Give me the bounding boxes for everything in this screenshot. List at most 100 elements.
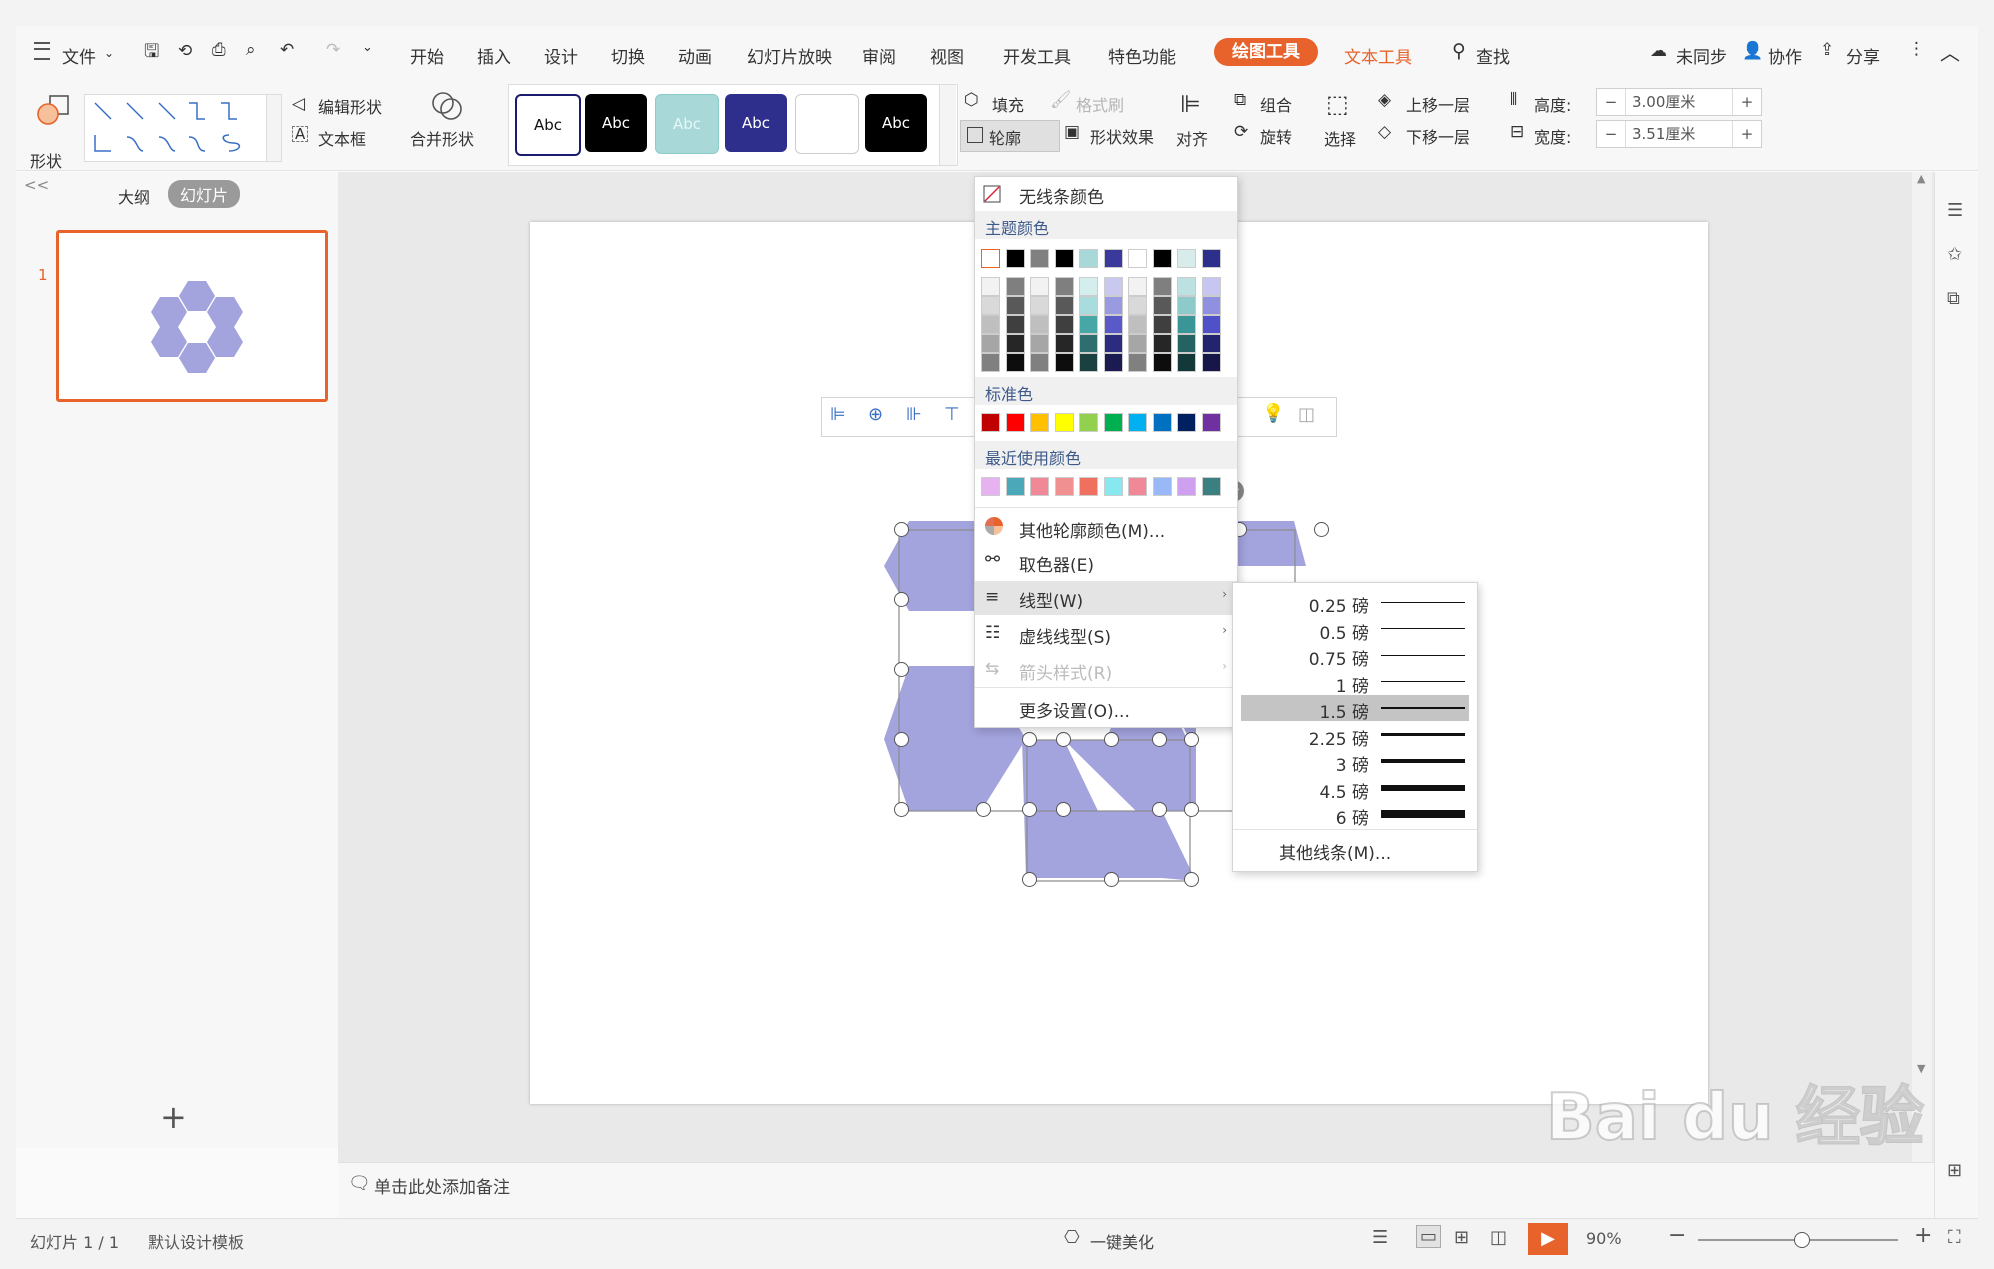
color-swatch[interactable] xyxy=(1103,334,1123,353)
play-icon[interactable]: ▶ xyxy=(1528,1223,1568,1255)
color-swatch[interactable] xyxy=(1005,315,1025,334)
resize-handle[interactable] xyxy=(1022,732,1037,747)
color-swatch[interactable] xyxy=(1201,315,1221,334)
color-swatch[interactable] xyxy=(1005,413,1025,432)
resize-handle[interactable] xyxy=(1184,802,1199,817)
line-weight-option[interactable]: 6 磅 xyxy=(1241,801,1469,829)
color-swatch[interactable] xyxy=(1079,315,1098,334)
color-swatch[interactable] xyxy=(1152,334,1172,353)
color-swatch[interactable] xyxy=(1054,277,1074,296)
color-swatch[interactable] xyxy=(981,277,1000,296)
color-swatch[interactable] xyxy=(1030,249,1049,268)
fit-window-icon[interactable]: ⛶ xyxy=(1948,1227,1961,1248)
color-swatch[interactable] xyxy=(1128,334,1147,353)
color-swatch[interactable] xyxy=(1005,353,1025,372)
color-swatch[interactable] xyxy=(1128,249,1147,268)
color-swatch[interactable] xyxy=(1103,277,1123,296)
color-swatch[interactable] xyxy=(1201,353,1221,372)
color-swatch[interactable] xyxy=(1005,296,1025,315)
color-swatch[interactable] xyxy=(1152,315,1172,334)
color-swatch[interactable] xyxy=(1128,413,1147,432)
beautify-button[interactable]: 一键美化 xyxy=(1090,1229,1154,1253)
color-swatch[interactable] xyxy=(981,315,1000,334)
color-swatch[interactable] xyxy=(1030,413,1049,432)
color-swatch[interactable] xyxy=(1201,334,1221,353)
color-swatch[interactable] xyxy=(1201,296,1221,315)
dash-type-item[interactable]: ☷ 虚线线型(S) › xyxy=(975,617,1237,651)
resize-handle[interactable] xyxy=(1314,522,1329,537)
color-swatch[interactable] xyxy=(1177,249,1196,268)
color-swatch[interactable] xyxy=(1128,296,1147,315)
color-swatch[interactable] xyxy=(1152,353,1172,372)
resize-handle[interactable] xyxy=(1022,872,1037,887)
color-swatch[interactable] xyxy=(1177,315,1196,334)
vertical-scrollbar[interactable]: ▲ ▼ xyxy=(1912,172,1932,1162)
color-swatch[interactable] xyxy=(1128,315,1147,334)
resize-handle[interactable] xyxy=(1184,732,1199,747)
color-swatch[interactable] xyxy=(1030,334,1049,353)
more-settings-item[interactable]: 更多设置(O)... xyxy=(975,691,1237,725)
color-swatch[interactable] xyxy=(1128,477,1147,496)
line-weight-option[interactable]: 1.5 磅 xyxy=(1241,695,1469,723)
zoom-slider[interactable] xyxy=(1698,1232,1898,1248)
arrow-style-item[interactable]: ⇆ 箭头样式(R) › xyxy=(975,653,1237,687)
color-swatch[interactable] xyxy=(1030,277,1049,296)
copy-icon[interactable]: ⧉ xyxy=(1947,288,1960,309)
align-center-icon[interactable]: ⊕ xyxy=(868,404,883,425)
color-swatch[interactable] xyxy=(1054,249,1074,268)
color-swatch[interactable] xyxy=(1152,249,1172,268)
color-swatch[interactable] xyxy=(1005,249,1025,268)
line-weight-option[interactable]: 3 磅 xyxy=(1241,748,1469,776)
color-swatch[interactable] xyxy=(1079,334,1098,353)
color-swatch[interactable] xyxy=(1079,296,1098,315)
reading-view-icon[interactable]: ◫ xyxy=(1490,1227,1507,1248)
color-swatch[interactable] xyxy=(1128,353,1147,372)
color-swatch[interactable] xyxy=(1201,249,1221,268)
more-outline-colors[interactable]: 其他轮廓颜色(M)... xyxy=(975,511,1237,545)
color-swatch[interactable] xyxy=(981,477,1000,496)
layout-icon[interactable]: ◫ xyxy=(1298,404,1315,425)
properties-icon[interactable]: ☰ xyxy=(1947,200,1963,221)
color-swatch[interactable] xyxy=(1079,353,1098,372)
color-swatch[interactable] xyxy=(1079,477,1098,496)
color-swatch[interactable] xyxy=(981,249,1000,268)
color-swatch[interactable] xyxy=(981,413,1000,432)
resize-handle[interactable] xyxy=(1104,872,1119,887)
color-swatch[interactable] xyxy=(1177,296,1196,315)
resize-handle[interactable] xyxy=(1184,872,1199,887)
color-swatch[interactable] xyxy=(1103,477,1123,496)
color-swatch[interactable] xyxy=(1128,277,1147,296)
more-lines-item[interactable]: 其他线条(M)... xyxy=(1279,839,1391,864)
color-swatch[interactable] xyxy=(1103,353,1123,372)
zoom-level[interactable]: 90% xyxy=(1586,1229,1622,1248)
color-swatch[interactable] xyxy=(1079,249,1098,268)
notes-view-icon[interactable]: ☰ xyxy=(1372,1227,1388,1248)
resize-handle[interactable] xyxy=(1056,802,1071,817)
align-top-icon[interactable]: ⊤ xyxy=(944,404,960,425)
color-swatch[interactable] xyxy=(1177,477,1196,496)
line-weight-option[interactable]: 0.5 磅 xyxy=(1241,616,1469,644)
color-swatch[interactable] xyxy=(1152,296,1172,315)
notes-placeholder[interactable]: 单击此处添加备注 xyxy=(374,1173,510,1198)
resize-handle[interactable] xyxy=(1152,802,1167,817)
color-swatch[interactable] xyxy=(1054,334,1074,353)
beautify-icon[interactable]: ⎔ xyxy=(1064,1227,1080,1248)
color-swatch[interactable] xyxy=(981,296,1000,315)
resize-handle[interactable] xyxy=(1152,732,1167,747)
color-swatch[interactable] xyxy=(1152,413,1172,432)
line-weight-option[interactable]: 0.25 磅 xyxy=(1241,589,1469,617)
color-swatch[interactable] xyxy=(1152,277,1172,296)
color-swatch[interactable] xyxy=(1103,413,1123,432)
eyedropper-item[interactable]: ⚯ 取色器(E) xyxy=(975,545,1237,579)
resize-handle[interactable] xyxy=(894,592,909,607)
color-swatch[interactable] xyxy=(1177,353,1196,372)
zoom-slider-thumb[interactable] xyxy=(1794,1232,1810,1248)
color-swatch[interactable] xyxy=(1030,353,1049,372)
color-swatch[interactable] xyxy=(1079,413,1098,432)
color-swatch[interactable] xyxy=(981,334,1000,353)
line-type-item[interactable]: ≡ 线型(W) › xyxy=(975,581,1237,615)
color-swatch[interactable] xyxy=(1079,277,1098,296)
zoom-in-icon[interactable]: + xyxy=(1914,1223,1932,1248)
template-name[interactable]: 默认设计模板 xyxy=(148,1229,244,1253)
color-swatch[interactable] xyxy=(981,353,1000,372)
